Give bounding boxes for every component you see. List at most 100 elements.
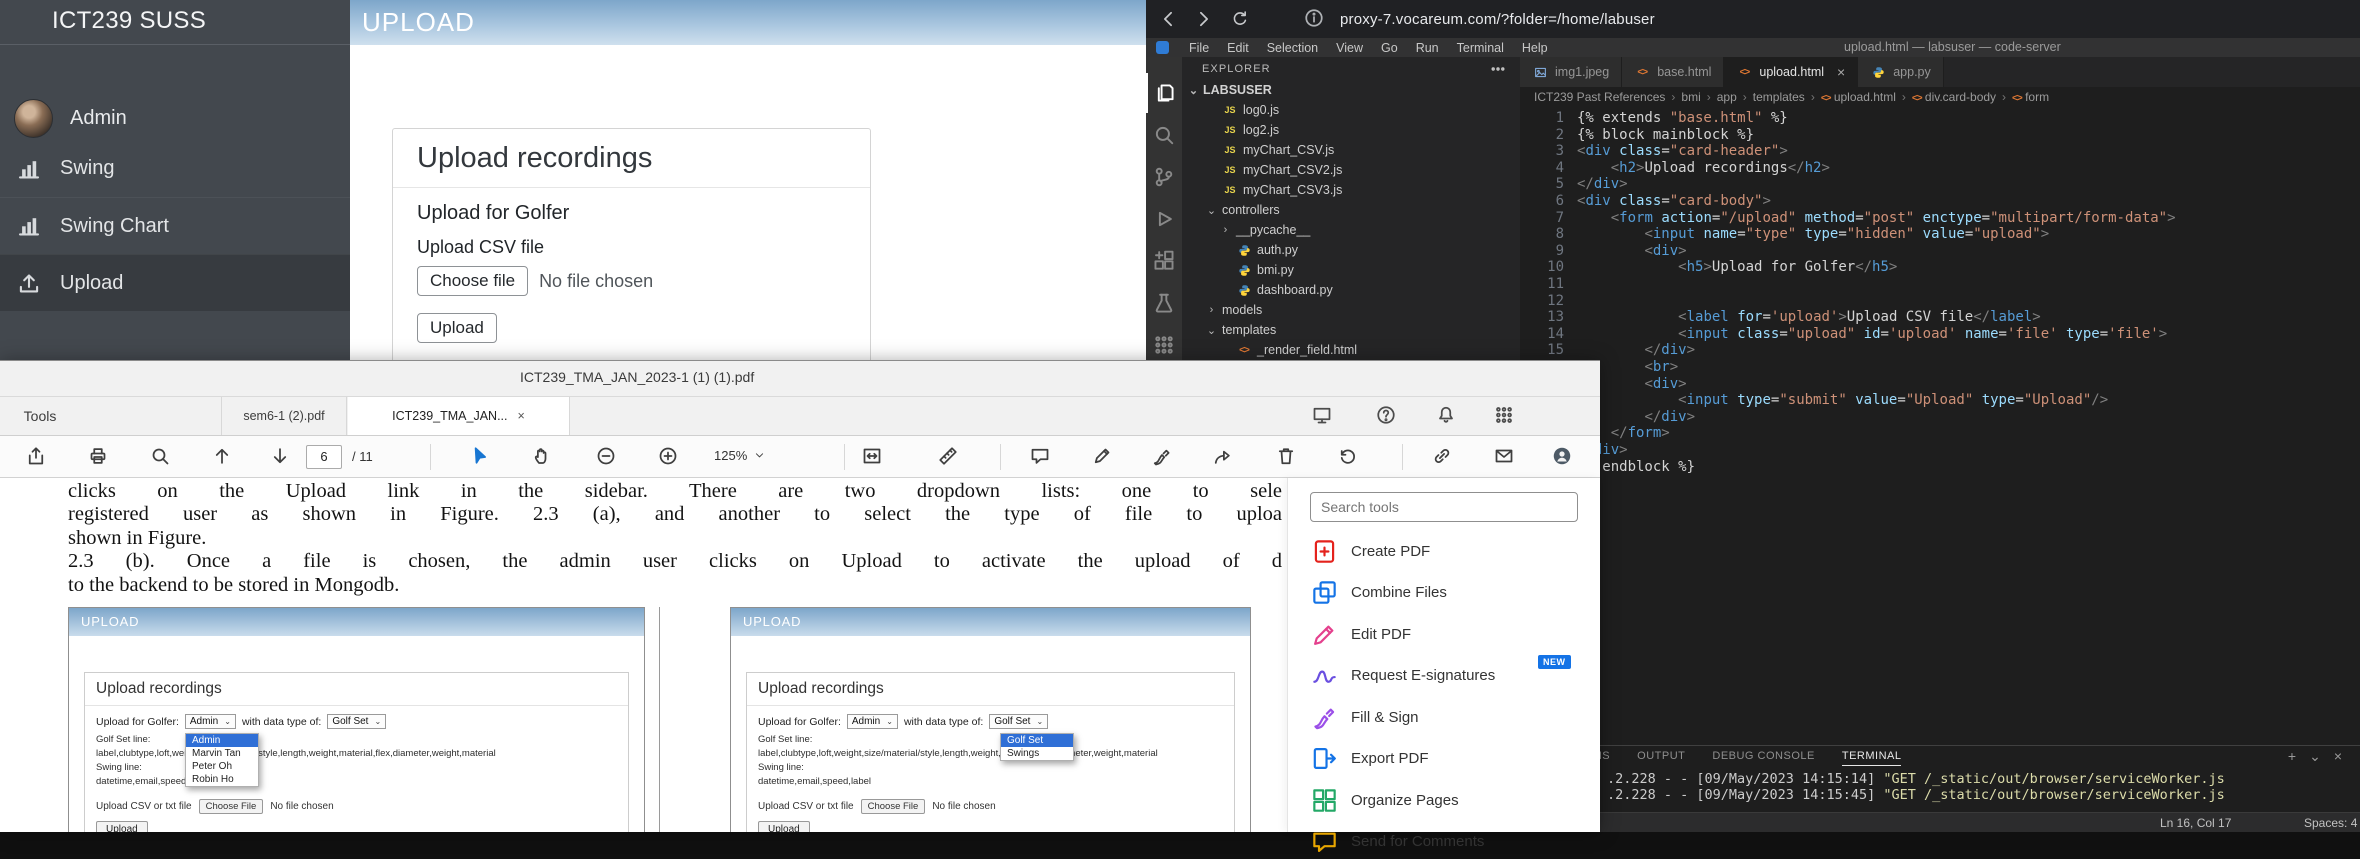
tree-item-mychart-csv2-js[interactable]: JS myChart_CSV2.js (1182, 160, 1520, 180)
site-info-icon[interactable] (1304, 8, 1326, 30)
breadcrumb-item-app[interactable]: app (1717, 90, 1737, 104)
extensions-icon[interactable] (1146, 241, 1182, 281)
tree-item-log0-js[interactable]: JS log0.js (1182, 100, 1520, 120)
terminal-tab-terminal[interactable]: TERMINAL (1841, 750, 1902, 766)
reload-icon[interactable] (1228, 7, 1252, 31)
files-icon[interactable] (1146, 73, 1182, 113)
tree-item-bmi-py[interactable]: bmi.py (1182, 260, 1520, 280)
menu-view[interactable]: View (1327, 38, 1372, 57)
tree-item-pycache[interactable]: › __pycache__ (1182, 220, 1520, 240)
profile-icon[interactable] (1552, 446, 1574, 468)
tree-item-auth-py[interactable]: auth.py (1182, 240, 1520, 260)
close-panel-icon[interactable]: × (2334, 748, 2342, 765)
help-icon[interactable] (1376, 405, 1398, 427)
editor-tab-base-html[interactable]: <> base.html (1622, 57, 1725, 87)
tool-item-combine-files[interactable]: Combine Files (1312, 576, 1447, 610)
breadcrumb-item-templates[interactable]: templates (1753, 90, 1805, 104)
tree-item-controllers[interactable]: ⌄ controllers (1182, 200, 1520, 220)
sidebar-item-upload[interactable]: Upload (0, 254, 350, 311)
menu-help[interactable]: Help (1513, 38, 1557, 57)
mail-icon[interactable] (1494, 446, 1516, 468)
trash-icon[interactable] (1276, 446, 1298, 468)
comment-icon[interactable] (1030, 446, 1052, 468)
link-icon[interactable] (1432, 446, 1454, 468)
tab-document-2[interactable]: ICT239_TMA_JAN... × (348, 397, 570, 435)
zoom-out-icon[interactable] (596, 446, 618, 468)
url-text[interactable]: proxy-7.vocareum.com/?folder=/home/labus… (1340, 11, 1655, 28)
tool-item-edit-pdf[interactable]: Edit PDF (1312, 617, 1411, 651)
search-icon[interactable] (150, 446, 172, 468)
code-editor[interactable]: 1 {% extends "base.html" %} 2 {% block main… (1520, 108, 2360, 745)
chevron-down-icon[interactable]: ⌄ (2309, 748, 2321, 765)
rotate-icon[interactable] (1338, 446, 1360, 468)
tree-item-mychart-csv-js[interactable]: JS myChart_CSV.js (1182, 140, 1520, 160)
tree-item-models[interactable]: › models (1182, 300, 1520, 320)
tree-item-log2-js[interactable]: JS log2.js (1182, 120, 1520, 140)
apps-icon[interactable] (1494, 405, 1516, 427)
back-icon[interactable] (1156, 7, 1180, 31)
forward-icon[interactable] (1192, 7, 1216, 31)
page-number-input[interactable]: 6 (306, 445, 342, 469)
breadcrumb-item-ict239-past-references[interactable]: ICT239 Past References (1534, 90, 1665, 104)
more-actions-icon[interactable] (1490, 61, 1506, 77)
hand-tool-icon[interactable] (532, 446, 554, 468)
source-control-icon[interactable] (1146, 157, 1182, 197)
choose-file-button[interactable]: Choose file (417, 266, 529, 296)
bell-icon[interactable] (1436, 405, 1458, 427)
sign-icon[interactable] (1152, 446, 1174, 468)
menu-selection[interactable]: Selection (1258, 38, 1327, 57)
cursor-position[interactable]: Ln 16, Col 17 (2160, 816, 2231, 830)
upload-button[interactable]: Upload (417, 313, 497, 343)
breadcrumb-item-bmi[interactable]: bmi (1681, 90, 1700, 104)
menu-terminal[interactable]: Terminal (1448, 38, 1513, 57)
new-terminal-icon[interactable]: + (2288, 748, 2296, 765)
tool-item-send-for-comments[interactable]: Send for Comments (1312, 825, 1484, 859)
measure-icon[interactable] (938, 446, 960, 468)
sidebar-item-swing-chart[interactable]: Swing Chart (0, 197, 350, 254)
fit-width-icon[interactable] (862, 446, 884, 468)
terminal-tab-debug-console[interactable]: DEBUG CONSOLE (1712, 750, 1814, 766)
tool-item-create-pdf[interactable]: Create PDF (1312, 534, 1430, 568)
tab-document-1[interactable]: sem6-1 (2).pdf (221, 397, 347, 435)
menu-go[interactable]: Go (1372, 38, 1407, 57)
export-icon[interactable] (1212, 446, 1234, 468)
print-icon[interactable] (88, 446, 110, 468)
share-icon[interactable] (26, 446, 48, 468)
tree-item-templates[interactable]: ⌄ templates (1182, 320, 1520, 340)
debug-icon[interactable] (1146, 199, 1182, 239)
page-up-icon[interactable] (212, 446, 234, 468)
beaker-icon[interactable] (1146, 283, 1182, 323)
close-icon[interactable]: × (518, 409, 525, 423)
tool-item-request-e-signatures[interactable]: Request E-signatures NEW (1312, 654, 1571, 693)
search-tools-input[interactable] (1310, 492, 1578, 522)
breadcrumb-item-form[interactable]: <> form (2012, 90, 2049, 104)
tool-item-fill-sign[interactable]: Fill & Sign (1312, 700, 1419, 734)
editor-tab-img1-jpeg[interactable]: img1.jpeg (1520, 57, 1623, 87)
tool-item-export-pdf[interactable]: Export PDF (1312, 742, 1429, 776)
screenshare-icon[interactable] (1312, 405, 1334, 427)
breadcrumb-item-upload-html[interactable]: <> upload.html (1821, 90, 1896, 104)
menu-run[interactable]: Run (1407, 38, 1448, 57)
zoom-in-icon[interactable] (658, 446, 680, 468)
search-icon[interactable] (1146, 115, 1182, 155)
editor-tab-upload-html[interactable]: <> upload.html × (1724, 57, 1859, 87)
close-icon[interactable]: × (1837, 64, 1845, 80)
select-tool-icon[interactable] (470, 446, 492, 468)
pencil-icon[interactable] (1092, 446, 1114, 468)
tab-tools[interactable]: Tools (0, 397, 80, 435)
menu-edit[interactable]: Edit (1218, 38, 1258, 57)
editor-tab-app-py[interactable]: app.py (1858, 57, 1944, 87)
terminal-tab-output[interactable]: OUTPUT (1637, 750, 1685, 766)
tool-item-organize-pages[interactable]: Organize Pages (1312, 783, 1459, 817)
menu-file[interactable]: File (1180, 38, 1218, 57)
tree-item-render-field-html[interactable]: <> _render_field.html (1182, 340, 1520, 360)
zoom-control[interactable]: 125% (714, 448, 765, 463)
tree-root[interactable]: ⌄ LABSUSER (1182, 80, 1520, 100)
page-down-icon[interactable] (270, 446, 292, 468)
sidebar-item-swing[interactable]: Swing (0, 140, 350, 197)
apps-icon[interactable] (1146, 325, 1182, 365)
breadcrumb-item-div-card-body[interactable]: <> div.card-body (1912, 90, 1996, 104)
tree-item-dashboard-py[interactable]: dashboard.py (1182, 280, 1520, 300)
tree-item-mychart-csv3-js[interactable]: JS myChart_CSV3.js (1182, 180, 1520, 200)
indent-setting[interactable]: Spaces: 4 (2304, 816, 2357, 830)
